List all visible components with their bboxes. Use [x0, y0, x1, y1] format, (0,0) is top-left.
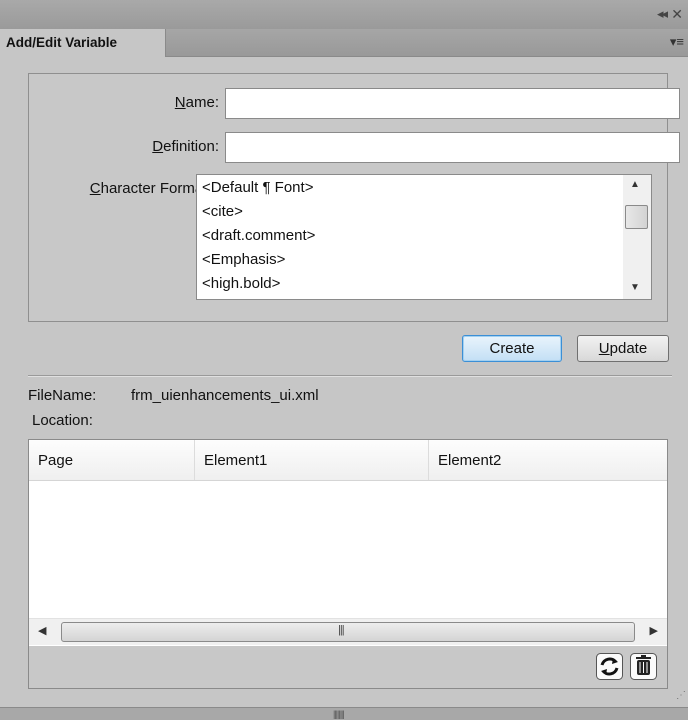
panel-menu-icon[interactable]: ▾≡: [670, 34, 684, 50]
resize-grip-icon[interactable]: ||||||||: [333, 709, 345, 719]
horizontal-scroll-thumb[interactable]: |||: [61, 622, 635, 642]
list-item[interactable]: <Default ¶ Font>: [202, 179, 313, 196]
filename-value: frm_uienhancements_ui.xml: [131, 387, 319, 404]
panel-title-bar: ◂◂ ✕: [0, 0, 688, 30]
definition-input[interactable]: [225, 132, 680, 163]
close-icon[interactable]: ✕: [671, 6, 683, 23]
panel-bottom-bar: ||||||||: [0, 707, 688, 720]
scroll-down-icon[interactable]: ▼: [630, 282, 640, 293]
list-item[interactable]: <Emphasis>: [202, 251, 285, 268]
divider: [28, 375, 672, 377]
name-input[interactable]: [225, 88, 680, 119]
scroll-left-icon[interactable]: ◀: [38, 624, 46, 637]
trash-icon[interactable]: [630, 653, 657, 680]
list-item[interactable]: <cite>: [202, 203, 243, 220]
tab-add-edit-variable[interactable]: Add/Edit Variable: [0, 29, 166, 57]
name-label: Name:: [174, 94, 219, 111]
list-vertical-scrollbar[interactable]: ▲ ▼: [623, 175, 651, 299]
scroll-grip-icon: |||: [338, 624, 345, 636]
column-header-page[interactable]: Page: [29, 440, 195, 480]
refresh-icon[interactable]: [596, 653, 623, 680]
column-header-element1[interactable]: Element1: [195, 440, 429, 480]
table-horizontal-scrollbar[interactable]: ◀ ||| ▶: [29, 618, 667, 645]
resize-corner-icon[interactable]: ⋰: [676, 690, 686, 701]
create-button[interactable]: Create: [462, 335, 562, 362]
scroll-up-icon[interactable]: ▲: [630, 179, 640, 190]
references-table: Page Element1 Element2 ◀ ||| ▶: [28, 439, 668, 689]
definition-label: Definition:: [152, 138, 219, 155]
list-item[interactable]: <draft.comment>: [202, 227, 315, 244]
table-header: Page Element1 Element2: [29, 440, 667, 481]
filename-label: FileName:: [28, 387, 97, 404]
scroll-thumb[interactable]: [625, 205, 648, 229]
list-item[interactable]: <high.bold>: [202, 275, 280, 292]
collapse-panel-icon[interactable]: ◂◂: [657, 6, 668, 22]
table-body[interactable]: Page Element1 Element2 ◀ ||| ▶: [29, 440, 667, 646]
character-formats-label: Character Formats:: [89, 180, 219, 197]
location-label: Location:: [32, 412, 93, 429]
tab-title: Add/Edit Variable: [6, 35, 118, 50]
add-edit-variable-panel: ◂◂ ✕ Add/Edit Variable ▾≡ Name: Definiti…: [0, 0, 688, 720]
character-formats-list[interactable]: <Default ¶ Font> <cite> <draft.comment> …: [196, 174, 652, 300]
update-button[interactable]: Update: [577, 335, 669, 362]
scroll-right-icon[interactable]: ▶: [650, 624, 658, 637]
tab-strip: Add/Edit Variable ▾≡: [0, 29, 688, 57]
column-header-element2[interactable]: Element2: [429, 440, 667, 480]
